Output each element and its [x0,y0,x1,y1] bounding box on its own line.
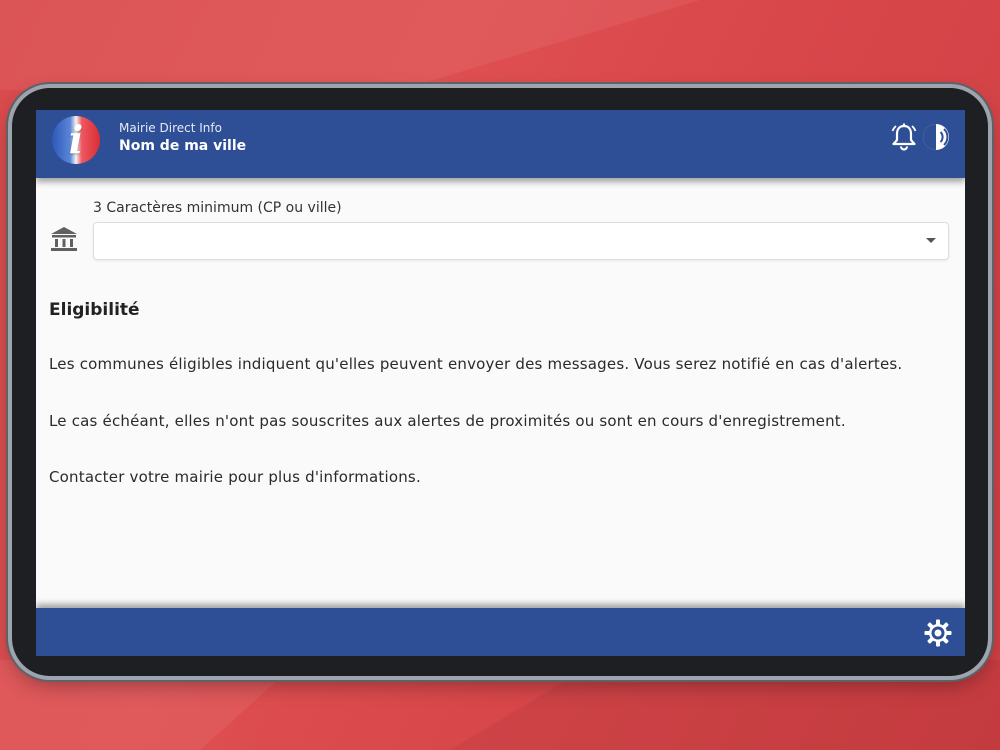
city-name: Nom de ma ville [119,138,247,154]
tablet-frame: i Mairie Direct Info Nom de ma ville 3 C… [12,88,988,676]
sound-icon[interactable] [921,121,953,153]
app-footer [36,608,965,656]
contact-paragraph: Contacter votre mairie pour plus d'infor… [49,468,421,486]
app-header: i Mairie Direct Info Nom de ma ville [36,110,965,178]
eligibility-paragraph: Le cas échéant, elles n'ont pas souscrit… [49,412,846,430]
app-logo: i [52,116,100,164]
bell-icon[interactable] [889,122,919,152]
city-select[interactable] [93,222,949,260]
logo-letter: i [68,117,84,162]
city-field-label: 3 Caractères minimum (CP ou ville) [93,200,342,216]
gear-icon[interactable] [923,618,953,648]
app-screen: i Mairie Direct Info Nom de ma ville 3 C… [36,110,965,656]
background-shape [0,0,700,90]
bank-icon [51,227,77,251]
chevron-down-icon[interactable] [926,238,936,243]
eligibility-paragraph: Les communes éligibles indiquent qu'elle… [49,355,903,373]
section-title: Eligibilité [49,300,140,320]
app-name: Mairie Direct Info [119,121,222,135]
